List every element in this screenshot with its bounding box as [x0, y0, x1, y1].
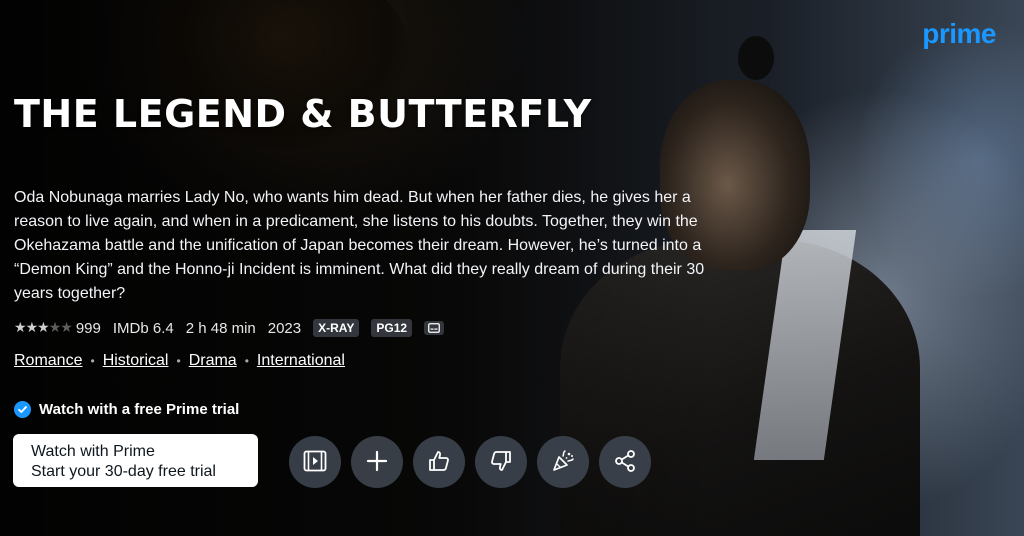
- thumbs-up-icon: [427, 449, 451, 476]
- star-filled-icon: ★: [14, 320, 27, 336]
- star-filled-icon: ★: [37, 320, 50, 336]
- synopsis: Oda Nobunaga marries Lady No, who wants …: [14, 189, 705, 302]
- check-icon: [14, 401, 31, 418]
- dislike-button[interactable]: [475, 436, 527, 488]
- genre-link-drama[interactable]: Drama: [189, 352, 237, 370]
- release-year: 2023: [267, 319, 302, 337]
- stars-icon: ★ ★ ★ ★ ★: [14, 320, 73, 336]
- separator-dot: •: [176, 354, 181, 368]
- watch-party-button[interactable]: [537, 436, 589, 488]
- imdb-rating: IMDb 6.4: [112, 319, 174, 337]
- separator-dot: •: [90, 354, 95, 368]
- star-rating[interactable]: ★ ★ ★ ★ ★ 999: [14, 320, 101, 337]
- add-to-watchlist-button[interactable]: [351, 436, 403, 488]
- runtime: 2 h 48 min: [185, 319, 256, 337]
- trailer-icon: [303, 450, 327, 475]
- share-icon: [613, 449, 637, 476]
- page-title: THE LEGEND & BUTTERFLY: [14, 92, 592, 136]
- watch-button-sublabel: Start your 30-day free trial: [31, 463, 216, 480]
- share-button[interactable]: [599, 436, 651, 488]
- separator-dot: •: [244, 354, 249, 368]
- party-popper-icon: [551, 449, 575, 476]
- trial-note: Watch with a free Prime trial: [14, 401, 239, 418]
- thumbs-down-icon: [489, 449, 513, 476]
- subtitles-icon: [424, 321, 445, 335]
- xray-badge: X-RAY: [313, 319, 360, 337]
- plus-icon: [366, 450, 388, 475]
- genre-link-international[interactable]: International: [257, 352, 345, 370]
- star-empty-icon: ★: [48, 320, 62, 336]
- watch-with-prime-button[interactable]: Watch with Prime Start your 30-day free …: [13, 434, 258, 487]
- genre-link-historical[interactable]: Historical: [103, 352, 169, 370]
- metadata-row: ★ ★ ★ ★ ★ 999 IMDb 6.4 2 h 48 min 2023 X-RAY…: [14, 318, 445, 338]
- action-buttons: [289, 436, 651, 488]
- like-button[interactable]: [413, 436, 465, 488]
- genre-list: Romance • Historical • Drama • Internati…: [14, 352, 345, 370]
- genre-link-romance[interactable]: Romance: [14, 352, 82, 370]
- age-rating-badge: PG12: [371, 319, 413, 337]
- watch-button-label: Watch with Prime: [31, 443, 155, 460]
- star-filled-icon: ★: [25, 320, 39, 336]
- trial-note-text: Watch with a free Prime trial: [39, 401, 240, 418]
- prime-logo[interactable]: prime: [922, 18, 996, 50]
- trailer-button[interactable]: [289, 436, 341, 488]
- star-empty-icon: ★: [60, 320, 73, 336]
- rating-count: 999: [75, 319, 101, 337]
